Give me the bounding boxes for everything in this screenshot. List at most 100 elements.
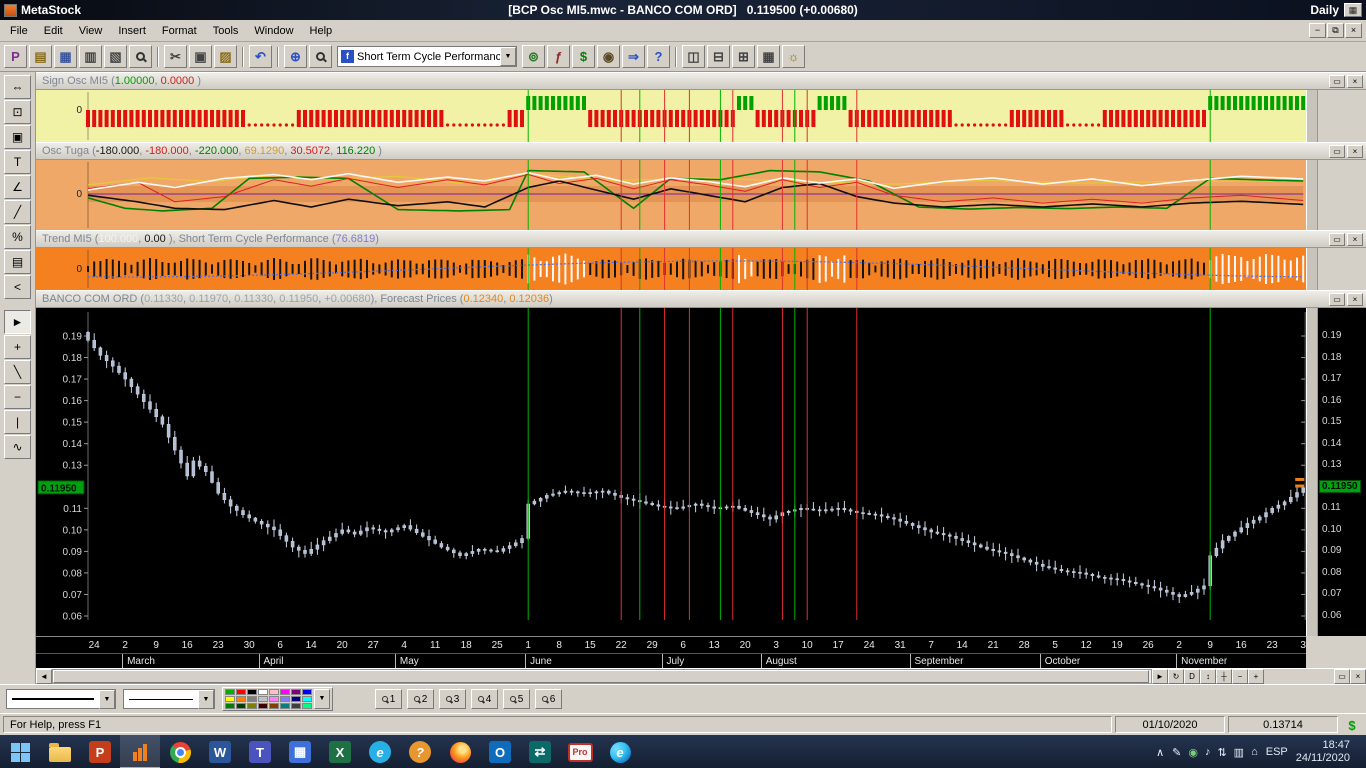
- color-swatch[interactable]: [280, 689, 290, 695]
- zoom-preset-5[interactable]: 5: [503, 689, 530, 709]
- color-swatch[interactable]: [269, 703, 279, 709]
- print-button[interactable]: ▥: [79, 45, 102, 68]
- zoom-out-button[interactable]: −: [1232, 669, 1248, 684]
- indicator-builder-button[interactable]: ƒ: [547, 45, 570, 68]
- panel-scroll-strip[interactable]: [1306, 248, 1318, 290]
- forecaster-button[interactable]: ⇒: [622, 45, 645, 68]
- color-swatch[interactable]: [225, 696, 235, 702]
- grid-tool[interactable]: ▤: [4, 250, 31, 274]
- trendline-points-tool[interactable]: ╱: [4, 200, 31, 224]
- explorer-button[interactable]: ⊚: [522, 45, 545, 68]
- menu-help[interactable]: Help: [302, 21, 341, 41]
- context-help-button[interactable]: ?: [647, 45, 670, 68]
- color-swatch[interactable]: [236, 696, 246, 702]
- sync-app[interactable]: ⇄: [520, 735, 560, 768]
- tile-horizontal-button[interactable]: ◫: [682, 45, 705, 68]
- options-button[interactable]: ☼: [782, 45, 805, 68]
- restore-button[interactable]: ⧉: [1327, 23, 1344, 38]
- color-swatch[interactable]: [225, 703, 235, 709]
- angle-tool[interactable]: ∠: [4, 175, 31, 199]
- plus-tool[interactable]: +: [4, 335, 31, 359]
- panel-header-osc-tuga[interactable]: Osc Tuga (-180.000, -180.000, -220.000, …: [36, 142, 1366, 160]
- chrome[interactable]: [160, 735, 200, 768]
- vertical-line-tool[interactable]: |: [4, 410, 31, 434]
- expert-advisor-button[interactable]: $: [572, 45, 595, 68]
- network-icon[interactable]: ⇅: [1217, 746, 1226, 759]
- scroll-right-button[interactable]: ►: [1152, 669, 1168, 684]
- minimize-button[interactable]: −: [1309, 23, 1326, 38]
- close-button[interactable]: ×: [1345, 23, 1362, 38]
- powerpoint[interactable]: P: [80, 735, 120, 768]
- line-weight-select[interactable]: ▼: [123, 689, 215, 709]
- dropdown-arrow-icon[interactable]: ▼: [198, 690, 214, 709]
- panel-header-sign-osc[interactable]: Sign Osc MI5 (1.00000, 0.0000 )▭×: [36, 72, 1366, 90]
- zoom-box-tool[interactable]: ⊡: [4, 100, 31, 124]
- zoom-in-button[interactable]: +: [1248, 669, 1264, 684]
- price-chart-plot[interactable]: 0.190.180.170.160.150.140.130.110.100.09…: [36, 308, 1306, 636]
- osc-tuga-close-button[interactable]: ×: [1347, 145, 1363, 158]
- color-swatch[interactable]: [291, 703, 301, 709]
- trend-mi5-close-button[interactable]: ×: [1347, 233, 1363, 246]
- color-swatch[interactable]: [291, 696, 301, 702]
- pane-splitter-tool[interactable]: ⇔: [4, 75, 31, 99]
- scrollbar-thumb[interactable]: [53, 670, 1149, 683]
- scan-button[interactable]: ◉: [597, 45, 620, 68]
- word[interactable]: W: [200, 735, 240, 768]
- sign-osc-plot[interactable]: 0: [36, 90, 1306, 142]
- language-indicator[interactable]: ESP: [1266, 746, 1288, 758]
- color-swatch[interactable]: [280, 696, 290, 702]
- color-swatch[interactable]: [269, 689, 279, 695]
- tray-expand-icon[interactable]: ∧: [1156, 746, 1164, 759]
- color-swatch[interactable]: [236, 703, 246, 709]
- indicator-select[interactable]: fShort Term Cycle Performance▼: [337, 46, 517, 67]
- help-app[interactable]: ?: [400, 735, 440, 768]
- color-palette[interactable]: ▼: [222, 687, 333, 711]
- undo-button[interactable]: ↶: [249, 45, 272, 68]
- volume-icon[interactable]: ♪: [1205, 746, 1211, 759]
- scrollbar-track[interactable]: [52, 669, 1152, 684]
- dropdown-arrow-icon[interactable]: ▼: [314, 689, 330, 709]
- color-swatch[interactable]: [247, 703, 257, 709]
- menu-tools[interactable]: Tools: [205, 21, 247, 41]
- minus-tool[interactable]: −: [4, 385, 31, 409]
- firefox[interactable]: [440, 735, 480, 768]
- restore-chart-button[interactable]: ▭: [1334, 669, 1350, 684]
- periodicity-button[interactable]: D: [1184, 669, 1200, 684]
- panel-header-banco-com-ord[interactable]: BANCO COM ORD (0.11330, 0.11970, 0.11330…: [36, 290, 1366, 308]
- note-tool[interactable]: ▣: [4, 125, 31, 149]
- start-button[interactable]: [0, 735, 40, 768]
- color-swatch[interactable]: [302, 703, 312, 709]
- scroll-left-button[interactable]: ◄: [36, 669, 52, 684]
- color-swatch[interactable]: [247, 689, 257, 695]
- color-swatch[interactable]: [258, 696, 268, 702]
- menu-window[interactable]: Window: [246, 21, 301, 41]
- color-swatch[interactable]: [258, 703, 268, 709]
- color-swatch[interactable]: [302, 689, 312, 695]
- color-swatch[interactable]: [269, 696, 279, 702]
- percent-tool[interactable]: %: [4, 225, 31, 249]
- color-swatch[interactable]: [291, 689, 301, 695]
- panel-scroll-strip[interactable]: [1306, 308, 1318, 636]
- pointer-tool[interactable]: ►: [4, 310, 31, 334]
- text-tool[interactable]: T: [4, 150, 31, 174]
- panel-scroll-strip[interactable]: [1306, 160, 1318, 230]
- metastock[interactable]: [120, 735, 160, 768]
- trend-mi5-restore-button[interactable]: ▭: [1329, 233, 1345, 246]
- cut-button[interactable]: ✂: [164, 45, 187, 68]
- zoom-preset-1[interactable]: 1: [375, 689, 402, 709]
- cascade-windows-button[interactable]: ⊞: [732, 45, 755, 68]
- open-button[interactable]: ▤: [29, 45, 52, 68]
- print-preview-button[interactable]: ▧: [104, 45, 127, 68]
- refresh-button[interactable]: ↻: [1168, 669, 1184, 684]
- home-icon[interactable]: ⌂: [1251, 746, 1258, 759]
- color-swatch[interactable]: [302, 696, 312, 702]
- save-button[interactable]: ▦: [54, 45, 77, 68]
- menu-insert[interactable]: Insert: [110, 21, 154, 41]
- calculator[interactable]: ▦: [280, 735, 320, 768]
- pen-icon[interactable]: ✎: [1172, 746, 1181, 759]
- clock[interactable]: 18:47 24/11/2020: [1296, 739, 1350, 765]
- periodicity-menu-button[interactable]: ▦: [1344, 3, 1362, 17]
- banco-com-ord-close-button[interactable]: ×: [1347, 293, 1363, 306]
- color-swatch[interactable]: [247, 696, 257, 702]
- pro-app[interactable]: Pro: [560, 735, 600, 768]
